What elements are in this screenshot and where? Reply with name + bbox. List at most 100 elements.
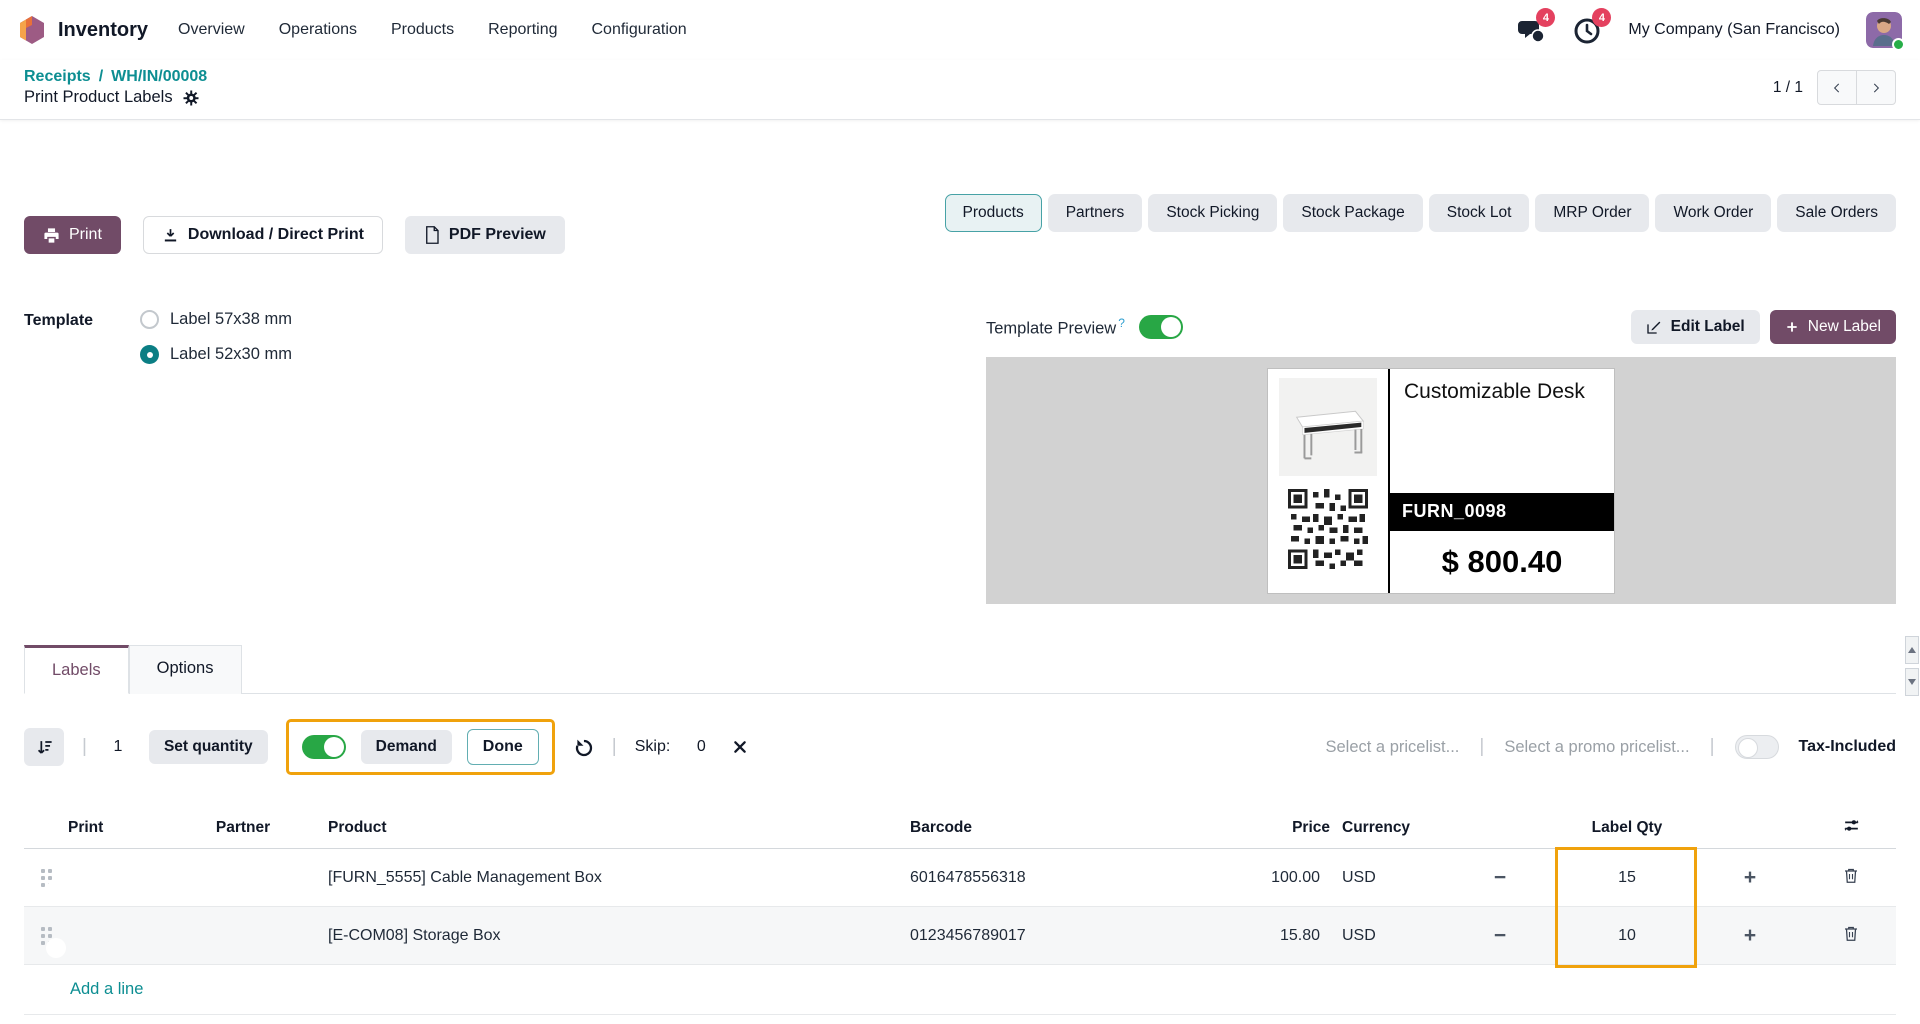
decrease-qty-button[interactable]: − xyxy=(1440,867,1560,888)
new-label-button[interactable]: New Label xyxy=(1770,310,1896,344)
control-panel: Receipts / WH/IN/00008 Print Product Lab… xyxy=(0,60,1920,120)
app-name[interactable]: Inventory xyxy=(58,19,148,42)
decrease-qty-button[interactable]: − xyxy=(1440,925,1560,946)
add-line-link[interactable]: Add a line xyxy=(24,965,1896,1015)
tab-stock-picking[interactable]: Stock Picking xyxy=(1148,194,1277,232)
tab-work-order[interactable]: Work Order xyxy=(1655,194,1771,232)
tab-partners[interactable]: Partners xyxy=(1048,194,1143,232)
breadcrumb-receipts-link[interactable]: Receipts xyxy=(24,68,91,86)
increase-qty-button[interactable]: + xyxy=(1694,867,1806,888)
edit-pencil-icon xyxy=(1646,319,1662,335)
pager-next-button[interactable] xyxy=(1856,70,1896,105)
breadcrumb-separator: / xyxy=(99,68,103,86)
menu-reporting[interactable]: Reporting xyxy=(488,21,557,39)
header-price: Price xyxy=(1240,819,1330,837)
product-photo-desk xyxy=(1279,377,1377,477)
download-icon xyxy=(162,227,179,244)
tab-stock-package[interactable]: Stock Package xyxy=(1283,194,1422,232)
done-button[interactable]: Done xyxy=(467,729,539,765)
cell-label-qty[interactable]: 10 xyxy=(1560,927,1694,945)
labels-table: Print Partner Product Barcode Price Curr… xyxy=(24,807,1896,1015)
cell-barcode[interactable]: 0123456789017 xyxy=(910,927,1240,945)
cell-product[interactable]: [E-COM08] Storage Box xyxy=(328,927,910,945)
label-price: $ 800.40 xyxy=(1390,531,1614,593)
menu-operations[interactable]: Operations xyxy=(279,21,357,39)
cell-product[interactable]: [FURN_5555] Cable Management Box xyxy=(328,869,910,887)
tab-stock-lot[interactable]: Stock Lot xyxy=(1429,194,1530,232)
inventory-app-icon[interactable] xyxy=(18,15,46,45)
trash-icon[interactable] xyxy=(1842,924,1860,943)
template-preview-toggle[interactable] xyxy=(1139,315,1183,339)
cell-price[interactable]: 100.00 xyxy=(1240,869,1330,887)
user-avatar[interactable] xyxy=(1866,12,1902,48)
pricelist-select[interactable]: Select a pricelist... xyxy=(1325,738,1459,757)
reset-button[interactable] xyxy=(573,737,594,758)
edit-label-button[interactable]: Edit Label xyxy=(1631,310,1760,344)
company-switcher[interactable]: My Company (San Francisco) xyxy=(1628,21,1840,39)
scroll-up-button[interactable] xyxy=(1905,636,1919,664)
scrollbar xyxy=(1905,636,1919,696)
quantity-input[interactable] xyxy=(105,738,131,756)
promo-pricelist-select[interactable]: Select a promo pricelist... xyxy=(1504,738,1689,757)
tax-included-toggle[interactable] xyxy=(1735,735,1779,759)
skip-label: Skip: xyxy=(635,738,671,756)
template-preview-label: Template Preview? xyxy=(986,316,1125,339)
separator: | xyxy=(1710,736,1715,758)
radio-checked-icon[interactable] xyxy=(140,345,159,364)
label-reference: FURN_0098 xyxy=(1390,493,1614,531)
separator: | xyxy=(1479,736,1484,758)
pager-previous-button[interactable] xyxy=(1817,70,1857,105)
settings-gear-icon[interactable] xyxy=(182,89,200,107)
radio-unchecked-icon[interactable] xyxy=(140,310,159,329)
quantity-source-toggle[interactable] xyxy=(302,735,346,759)
notebook-tabs: Labels Options xyxy=(24,644,1896,694)
cell-label-qty[interactable]: 15 xyxy=(1560,869,1694,887)
clear-skip-button[interactable] xyxy=(732,739,748,755)
cell-currency[interactable]: USD xyxy=(1330,927,1440,945)
set-quantity-button[interactable]: Set quantity xyxy=(149,730,268,764)
qr-code xyxy=(1288,489,1368,569)
pdf-preview-button[interactable]: PDF Preview xyxy=(405,216,565,254)
separator: | xyxy=(612,736,617,758)
breadcrumb-current-link[interactable]: WH/IN/00008 xyxy=(111,68,207,86)
header-product: Product xyxy=(328,819,910,837)
header-label-qty: Label Qty xyxy=(1560,819,1694,837)
tab-products[interactable]: Products xyxy=(945,194,1042,232)
menu-configuration[interactable]: Configuration xyxy=(592,21,687,39)
online-status-dot xyxy=(1892,38,1905,51)
label-preview-area: Customizable Desk FURN_0098 $ 800.40 xyxy=(986,357,1896,604)
printer-icon xyxy=(43,227,60,244)
menu-products[interactable]: Products xyxy=(391,21,454,39)
download-direct-print-button[interactable]: Download / Direct Print xyxy=(143,216,383,254)
top-navbar: Inventory Overview Operations Products R… xyxy=(0,0,1920,60)
increase-qty-button[interactable]: + xyxy=(1694,925,1806,946)
breadcrumb: Receipts / WH/IN/00008 xyxy=(24,68,207,86)
demand-button[interactable]: Demand xyxy=(361,730,452,764)
label-product-name: Customizable Desk xyxy=(1390,369,1614,493)
header-currency: Currency xyxy=(1330,819,1440,837)
optional-columns-icon[interactable] xyxy=(1842,816,1861,835)
scroll-down-button[interactable] xyxy=(1905,668,1919,696)
tab-options[interactable]: Options xyxy=(129,645,242,694)
header-print: Print xyxy=(68,819,158,837)
help-marker[interactable]: ? xyxy=(1118,316,1125,330)
label-preview-card: Customizable Desk FURN_0098 $ 800.40 xyxy=(1267,368,1615,594)
sort-button[interactable] xyxy=(24,728,64,766)
tab-mrp-order[interactable]: MRP Order xyxy=(1535,194,1649,232)
template-option-57x38[interactable]: Label 57x38 mm xyxy=(140,310,292,329)
print-labels-form: Print Download / Direct Print PDF Previe… xyxy=(0,194,1920,1015)
chevron-right-icon xyxy=(1869,81,1883,95)
skip-input[interactable] xyxy=(688,738,714,756)
print-button[interactable]: Print xyxy=(24,216,121,254)
cell-price[interactable]: 15.80 xyxy=(1240,927,1330,945)
menu-overview[interactable]: Overview xyxy=(178,21,245,39)
template-option-52x30[interactable]: Label 52x30 mm xyxy=(140,345,292,364)
page-title: Print Product Labels xyxy=(24,88,173,107)
tab-labels[interactable]: Labels xyxy=(24,645,129,694)
cell-currency[interactable]: USD xyxy=(1330,869,1440,887)
activities-icon[interactable]: 4 xyxy=(1572,15,1602,45)
cell-barcode[interactable]: 6016478556318 xyxy=(910,869,1240,887)
tab-sale-orders[interactable]: Sale Orders xyxy=(1777,194,1896,232)
messages-icon[interactable]: 4 xyxy=(1516,15,1546,45)
trash-icon[interactable] xyxy=(1842,866,1860,885)
